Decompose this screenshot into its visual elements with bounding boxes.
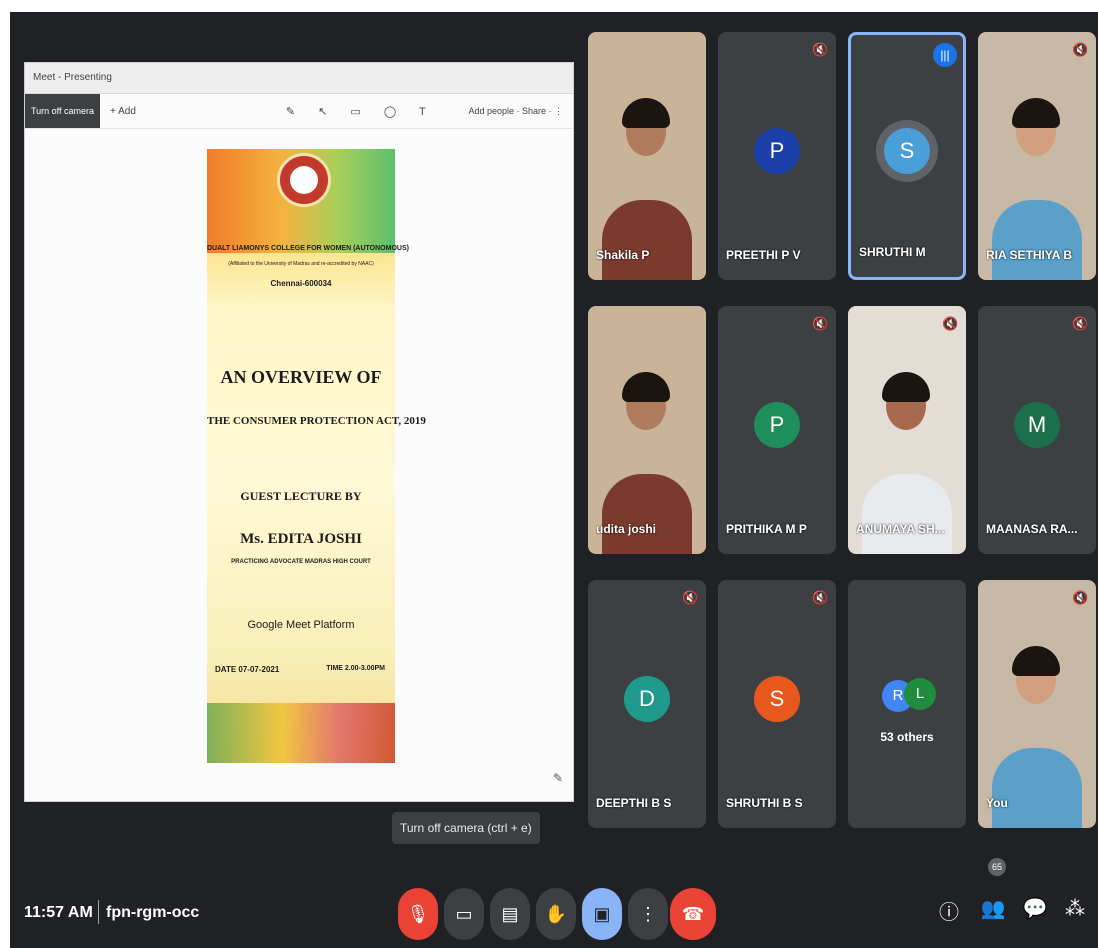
participant-name: PRITHIKA M P <box>726 522 807 536</box>
leave-call-button[interactable]: ☎ <box>670 888 716 940</box>
participant-tile[interactable]: udita joshi <box>588 306 706 554</box>
more-options-button[interactable]: ⋮ <box>628 888 668 940</box>
info-button[interactable]: ⓘ <box>936 896 962 925</box>
college-seal-icon <box>277 153 331 207</box>
participant-name: udita joshi <box>596 522 656 536</box>
participant-video <box>978 32 1096 280</box>
camera-icon: ▭ <box>455 904 473 924</box>
hangup-icon: ☎ <box>681 904 705 924</box>
participant-video <box>588 306 706 554</box>
pen-icon[interactable]: ✎ <box>553 771 567 785</box>
poster-banner <box>207 149 395 253</box>
participant-tile[interactable]: 🔇 ANUMAYA SH... <box>848 306 966 554</box>
participant-tile[interactable]: P 🔇 PRITHIKA M P <box>718 306 836 554</box>
participant-avatar: M <box>1014 402 1060 448</box>
participant-avatar: P <box>754 128 800 174</box>
mic-off-icon: 🎙 <box>406 904 430 924</box>
chat-button[interactable]: 💬 <box>1022 896 1048 921</box>
poster-title-line2: THE CONSUMER PROTECTION ACT, 2019 <box>207 415 426 427</box>
others-avatar: L <box>904 678 936 710</box>
participant-tile[interactable]: P 🔇 PREETHI P V <box>718 32 836 280</box>
meeting-code: fpn-rgm-occ <box>106 904 200 921</box>
people-button[interactable]: 👥 <box>980 896 1006 921</box>
participant-avatar: P <box>754 402 800 448</box>
participant-count-badge: 65 <box>988 858 1006 876</box>
mic-muted-icon: 🔇 <box>1072 590 1089 605</box>
participant-name: ANUMAYA SH... <box>856 522 945 536</box>
camera-button[interactable]: ▭ <box>444 888 484 940</box>
participant-avatar: D <box>624 676 670 722</box>
participant-name: SHRUTHI M <box>859 245 926 259</box>
presentation-toolbar: Turn off camera + Add ✎ ↖ ▭ ◯ T Add peop… <box>25 94 573 129</box>
participant-video <box>848 306 966 554</box>
participant-avatar: S <box>884 128 930 174</box>
activities-button[interactable]: ⁂ <box>1062 896 1088 921</box>
presentation-pane[interactable]: Meet - Presenting Turn off camera + Add … <box>24 62 574 802</box>
speaking-indicator-icon: ||| <box>933 43 957 67</box>
participant-video <box>588 32 706 280</box>
annotation-tools[interactable]: ✎ ↖ ▭ ◯ T <box>286 105 436 118</box>
poster-speaker-role: PRACTICING ADVOCATE MADRAS HIGH COURT <box>231 559 371 565</box>
poster-date: DATE 07-07-2021 <box>215 665 280 674</box>
participant-tile[interactable]: R L 53 others <box>848 580 966 828</box>
hand-icon: ✋ <box>544 904 568 924</box>
more-vert-icon: ⋮ <box>639 904 657 924</box>
mic-off-button[interactable]: 🎙 <box>398 888 438 940</box>
participant-tile[interactable]: S ||| SHRUTHI M <box>848 32 966 280</box>
present-button[interactable]: ▣ <box>582 888 622 940</box>
mic-muted-icon: 🔇 <box>682 590 699 605</box>
mic-muted-icon: 🔇 <box>1072 316 1089 331</box>
captions-button[interactable]: ▤ <box>490 888 530 940</box>
participant-video <box>978 580 1096 828</box>
poster-speaker: Ms. EDITA JOSHI <box>240 531 362 547</box>
camera-tooltip: Turn off camera (ctrl + e) <box>392 812 540 844</box>
captions-icon: ▤ <box>501 904 519 924</box>
participant-tile[interactable]: D 🔇 DEEPTHI B S <box>588 580 706 828</box>
participant-tile[interactable]: Shakila P <box>588 32 706 280</box>
participant-name: Shakila P <box>596 248 650 262</box>
participant-name: DEEPTHI B S <box>596 796 672 810</box>
participant-tile[interactable]: 🔇 You <box>978 580 1096 828</box>
people-icon: 👥 <box>980 898 1006 920</box>
poster-college: DUALT LIAMONYS COLLEGE FOR WOMEN (AUTONO… <box>207 245 409 252</box>
poster-time: TIME 2.00-3.00PM <box>326 665 385 672</box>
info-icon: ⓘ <box>939 902 959 924</box>
divider <box>98 900 99 924</box>
raise-hand-button[interactable]: ✋ <box>536 888 576 940</box>
mic-muted-icon: 🔇 <box>812 42 829 57</box>
participant-name: You <box>986 796 1008 810</box>
activities-icon: ⁂ <box>1065 898 1085 920</box>
meet-window: Meet - Presenting Turn off camera + Add … <box>10 12 1098 948</box>
participant-name: SHRUTHI B S <box>726 796 803 810</box>
poster-footer-art <box>207 703 395 763</box>
participant-name: RIA SETHIYA B <box>986 248 1073 262</box>
meeting-clock: 11:57 AM <box>24 904 93 921</box>
present-icon: ▣ <box>593 904 611 924</box>
participant-tile[interactable]: 🔇 RIA SETHIYA B <box>978 32 1096 280</box>
mic-muted-icon: 🔇 <box>812 316 829 331</box>
poster-guest-label: GUEST LECTURE BY <box>240 489 362 503</box>
toolbar-add-button[interactable]: + Add <box>110 106 136 117</box>
participant-tile[interactable]: S 🔇 SHRUTHI B S <box>718 580 836 828</box>
poster-affiliation: (Affiliated to the University of Madras … <box>228 261 374 267</box>
participant-tile[interactable]: M 🔇 MAANASA RA... <box>978 306 1096 554</box>
participant-name: MAANASA RA... <box>986 522 1078 536</box>
mic-muted-icon: 🔇 <box>812 590 829 605</box>
mic-muted-icon: 🔇 <box>942 316 959 331</box>
toolbar-right-actions[interactable]: Add people · Share · ⋮ <box>468 106 563 117</box>
toolbar-active-button[interactable]: Turn off camera <box>25 94 101 128</box>
presentation-title-bar: Meet - Presenting <box>25 63 573 94</box>
participant-avatar: S <box>754 676 800 722</box>
mic-muted-icon: 🔇 <box>1072 42 1089 57</box>
poster-platform: Google Meet Platform <box>247 619 355 631</box>
chat-icon: 💬 <box>1022 898 1048 920</box>
poster-city: Chennai-600034 <box>270 279 332 288</box>
others-count-label: 53 others <box>880 730 934 744</box>
event-poster: DUALT LIAMONYS COLLEGE FOR WOMEN (AUTONO… <box>207 149 426 763</box>
participant-name: PREETHI P V <box>726 248 801 262</box>
poster-title-line1: AN OVERVIEW OF <box>220 367 382 387</box>
